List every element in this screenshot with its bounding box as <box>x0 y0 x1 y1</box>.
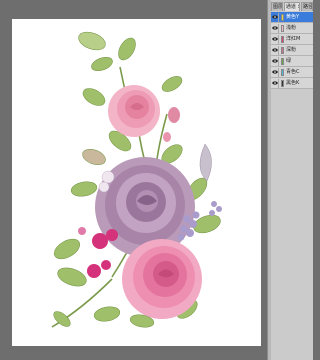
channel-swatch <box>281 79 284 87</box>
channel-label: 青色C <box>286 69 300 75</box>
channel-list: 黄色Y 浅粉 洋红M 深粉 绿 青色C 黑色K <box>271 12 313 89</box>
channel-swatch <box>281 46 284 54</box>
channel-row-green[interactable]: 绿 <box>271 56 313 67</box>
channel-label: 浅粉 <box>286 25 297 31</box>
channel-row-black[interactable]: 黑色K <box>271 78 313 89</box>
channel-swatch <box>281 13 284 21</box>
document-canvas[interactable] <box>12 19 261 346</box>
channel-row-yellow[interactable]: 黄色Y <box>271 12 313 23</box>
visibility-eye-icon[interactable] <box>271 67 279 77</box>
visibility-eye-icon[interactable] <box>271 78 279 88</box>
channel-label: 黄色Y <box>286 14 300 20</box>
channel-label: 绿 <box>286 58 292 64</box>
channel-label: 深粉 <box>286 47 297 53</box>
visibility-eye-icon[interactable] <box>271 56 279 66</box>
channel-row-magenta[interactable]: 洋红M <box>271 34 313 45</box>
channel-swatch <box>281 24 284 32</box>
visibility-eye-icon[interactable] <box>271 45 279 55</box>
tab-channels[interactable]: 通道 × <box>283 2 301 11</box>
channels-panel: 图层 通道 × 路径 黄色Y 浅粉 洋红M 深粉 绿 青色C 黑色K <box>267 0 313 360</box>
visibility-eye-icon[interactable] <box>271 12 279 22</box>
channel-swatch <box>281 35 284 43</box>
visibility-eye-icon[interactable] <box>271 23 279 33</box>
channel-label: 洋红M <box>286 36 301 42</box>
tab-paths[interactable]: 路径 <box>301 2 313 11</box>
channel-swatch <box>281 68 284 76</box>
channel-row-deep-pink[interactable]: 深粉 <box>271 45 313 56</box>
rose-bouquet-illustration <box>51 31 222 328</box>
channel-row-light-pink[interactable]: 浅粉 <box>271 23 313 34</box>
panel-tab-bar: 图层 通道 × 路径 <box>271 2 313 11</box>
document-workspace <box>0 0 267 360</box>
visibility-eye-icon[interactable] <box>271 34 279 44</box>
channel-row-cyan[interactable]: 青色C <box>271 67 313 78</box>
channel-swatch <box>281 57 284 65</box>
channel-label: 黑色K <box>286 80 300 86</box>
tab-layers[interactable]: 图层 <box>271 2 283 11</box>
